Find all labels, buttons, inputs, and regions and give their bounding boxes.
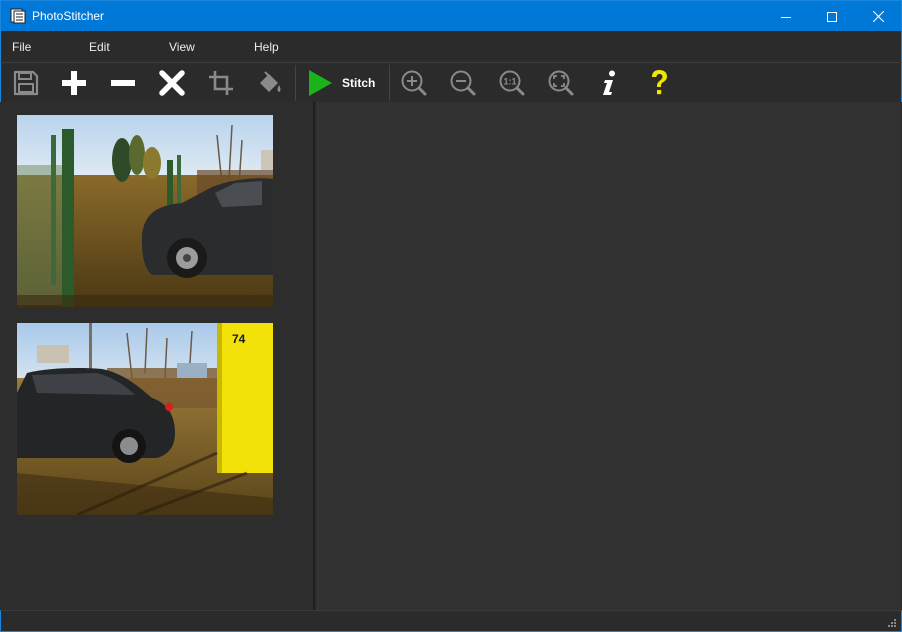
stitch-preview-canvas[interactable]: [317, 102, 901, 610]
close-icon: [872, 11, 884, 22]
maximize-icon: [827, 11, 837, 22]
zoom-out-icon: [450, 70, 476, 96]
image-thumbnail[interactable]: 74: [17, 323, 273, 515]
maximize-button[interactable]: [809, 1, 855, 32]
menu-edit[interactable]: Edit: [89, 40, 110, 54]
gate-number: 74: [232, 332, 246, 346]
crop-button[interactable]: [205, 67, 237, 99]
minimize-button[interactable]: [763, 1, 809, 32]
info-button[interactable]: [594, 67, 626, 99]
menu-bar: File Edit View Help: [0, 31, 902, 62]
image-thumbnail[interactable]: [17, 115, 273, 307]
help-button[interactable]: [643, 67, 675, 99]
clear-icon: [159, 70, 185, 96]
zoom-actual-icon: 1:1: [499, 70, 525, 96]
zoom-fit-button[interactable]: [545, 67, 577, 99]
zoom-in-button[interactable]: [398, 67, 430, 99]
fill-button[interactable]: [254, 67, 286, 99]
photo-thumbnail-2: 74: [17, 323, 273, 515]
title-bar[interactable]: PhotoStitcher: [0, 0, 902, 31]
stitch-button[interactable]: Stitch: [304, 67, 386, 99]
svg-text:1:1: 1:1: [503, 77, 516, 87]
save-button[interactable]: [10, 67, 42, 99]
remove-button[interactable]: [107, 67, 139, 99]
zoom-in-icon: [401, 70, 427, 96]
clear-button[interactable]: [156, 67, 188, 99]
menu-file[interactable]: File: [12, 40, 31, 54]
minimize-icon: [781, 16, 791, 18]
zoom-fit-icon: [548, 70, 574, 96]
menu-help[interactable]: Help: [254, 40, 279, 54]
crop-icon: [209, 71, 233, 95]
stitch-label: Stitch: [342, 76, 376, 90]
zoom-out-button[interactable]: [447, 67, 479, 99]
status-bar: [0, 610, 902, 632]
play-icon: [309, 70, 332, 96]
info-icon: [603, 70, 615, 95]
toolbar-separator: [295, 65, 296, 101]
photo-thumbnail-1: [17, 115, 273, 307]
zoom-actual-button[interactable]: 1:1: [496, 67, 528, 99]
app-icon: [10, 8, 26, 24]
toolbar: Stitch 1:1: [0, 62, 902, 102]
remove-icon: [111, 80, 135, 86]
add-icon: [62, 71, 86, 95]
save-icon: [13, 70, 39, 96]
resize-grip-icon[interactable]: [887, 618, 897, 628]
toolbar-separator: [389, 65, 390, 101]
fill-icon: [260, 71, 281, 92]
image-list-panel[interactable]: 74: [1, 102, 315, 610]
help-icon: [652, 70, 667, 95]
menu-view[interactable]: View: [169, 40, 195, 54]
window-title: PhotoStitcher: [32, 9, 105, 23]
close-button[interactable]: [855, 1, 901, 32]
add-button[interactable]: [58, 67, 90, 99]
